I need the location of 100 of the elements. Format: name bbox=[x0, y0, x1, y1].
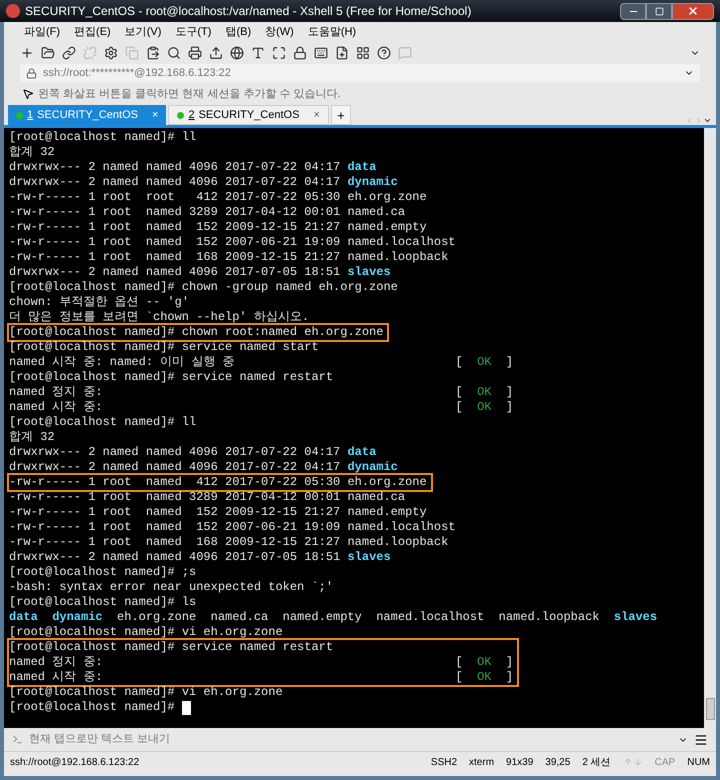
terminal-text: named.ca bbox=[210, 610, 268, 625]
settings-icon[interactable] bbox=[104, 46, 118, 60]
globe-icon[interactable] bbox=[230, 46, 244, 60]
terminal-text: named 정지 중: bbox=[9, 655, 103, 670]
menu-item[interactable]: 파일(F) bbox=[24, 24, 60, 40]
status-bracket: ] bbox=[506, 670, 514, 685]
tab-close[interactable]: × bbox=[313, 106, 320, 124]
tab-close[interactable]: × bbox=[152, 106, 158, 124]
terminal-text: named 시작 중: bbox=[9, 670, 103, 685]
window-title: SECURITY_CentOS - root@localhost:/var/named - Xshell 5 (Free for Home/School) bbox=[25, 3, 472, 20]
terminal-text: [root@localhost named]# vi eh.org.zone bbox=[9, 685, 283, 700]
address-bar[interactable]: ssh://root:**********@192.168.6.123:22 bbox=[20, 64, 700, 82]
printer-icon[interactable] bbox=[188, 46, 202, 60]
folder-icon[interactable] bbox=[41, 46, 55, 60]
terminal-text: drwxrwx--- 2 named named 4096 2017-07-05 18:51 bbox=[9, 265, 342, 280]
caps-indicator: CAP bbox=[654, 756, 676, 770]
terminal-text: [root@localhost named]# ll bbox=[9, 415, 196, 430]
terminal-text: eh.org.zone bbox=[117, 610, 196, 625]
session-tab[interactable]: 1 SECURITY_CentOS × bbox=[8, 105, 166, 125]
terminal-text: -rw-r----- 1 root named 168 2009-12-15 21:27 named.loopback bbox=[9, 535, 448, 550]
status-terminal-type: xterm bbox=[469, 756, 494, 770]
terminal-text: drwxrwx--- 2 named named 4096 2017-07-22 04:17 bbox=[9, 460, 342, 475]
terminal-text: -rw-r----- 1 root named 152 2007-06-21 19:09 named.localhost bbox=[9, 520, 456, 535]
transfer-icon[interactable] bbox=[209, 46, 223, 60]
keyboard-icon[interactable] bbox=[314, 46, 328, 60]
terminal-text: [root@localhost named]# service named start bbox=[9, 340, 319, 355]
search-icon[interactable] bbox=[167, 46, 181, 60]
terminal-icon bbox=[12, 734, 23, 745]
terminal-text: named.localhost bbox=[376, 610, 484, 625]
num-indicator: NUM bbox=[687, 756, 710, 770]
terminal-text: drwxrwx--- 2 named named 4096 2017-07-22 04:17 bbox=[9, 160, 342, 175]
status-ok: OK bbox=[476, 655, 492, 670]
terminal-text: [root@localhost named]# service named restart bbox=[9, 370, 334, 385]
menu-item[interactable]: 창(W) bbox=[265, 24, 294, 40]
menu-item[interactable]: 도구(T) bbox=[175, 24, 212, 40]
tab-number: 1 bbox=[27, 108, 34, 123]
scrollbar[interactable] bbox=[704, 128, 716, 728]
menu-icon[interactable] bbox=[694, 732, 708, 746]
link-icon[interactable] bbox=[62, 46, 76, 60]
menu-item[interactable]: 편집(E) bbox=[74, 24, 111, 40]
status-ok: OK bbox=[476, 385, 492, 400]
menu-item[interactable]: 보기(V) bbox=[124, 24, 162, 40]
hint-text: 왼쪽 화살표 버튼을 클릭하면 현재 세션을 추가할 수 있습니다. bbox=[38, 86, 341, 102]
session-tab[interactable]: 2 SECURITY_CentOS × bbox=[168, 105, 329, 125]
terminal-text: 합계 32 bbox=[9, 145, 55, 160]
terminal-text: drwxrwx--- 2 named named 4096 2017-07-05 18:51 bbox=[9, 550, 342, 565]
status-ok: OK bbox=[476, 355, 492, 370]
menu-item[interactable]: 도움말(H) bbox=[308, 24, 356, 40]
status-bracket: ] bbox=[506, 355, 514, 370]
down-arrow-icon bbox=[632, 757, 643, 767]
terminal-text: -rw-r----- 1 root named 3289 2017-04-12 00:01 named.ca bbox=[9, 490, 406, 505]
address-text: ssh://root:**********@192.168.6.123:22 bbox=[43, 66, 232, 81]
terminal-text: drwxrwx--- 2 named named 4096 2017-07-22 04:17 bbox=[9, 445, 342, 460]
status-bracket: ] bbox=[506, 400, 514, 415]
status-bracket: [ bbox=[455, 355, 463, 370]
terminal-text: named 정지 중: bbox=[9, 385, 103, 400]
directory-name: dynamic bbox=[347, 175, 398, 190]
status-address: ssh://root@192.168.6.123:22 bbox=[10, 756, 140, 770]
directory-name: slaves bbox=[347, 265, 391, 280]
close-button[interactable] bbox=[672, 2, 714, 20]
tab-label: SECURITY_CentOS bbox=[198, 108, 300, 123]
terminal-text: -rw-r----- 1 root named 152 2007-06-21 19:09 named.localhost bbox=[9, 235, 456, 250]
new-session-icon[interactable] bbox=[20, 46, 34, 60]
status-protocol: SSH2 bbox=[430, 756, 458, 770]
terminal-text: [root@localhost named]# service named restart bbox=[9, 640, 334, 655]
minimize-button[interactable] bbox=[620, 2, 646, 20]
directory-name: data bbox=[347, 445, 376, 460]
status-bracket: [ bbox=[455, 385, 463, 400]
lock-icon[interactable] bbox=[293, 46, 307, 60]
status-position: 39,25 bbox=[545, 756, 570, 770]
paste-icon[interactable] bbox=[146, 46, 160, 60]
terminal-text: [root@localhost named]# ls bbox=[9, 595, 196, 610]
maximize-button[interactable] bbox=[646, 2, 672, 20]
terminal-text: [root@localhost named]# ll bbox=[9, 130, 196, 145]
terminal-text: [root@localhost named]# chown -group named eh.org.zone bbox=[9, 280, 398, 295]
terminal-text: [root@localhost named]# bbox=[9, 700, 176, 715]
terminal-text: [root@localhost named]# vi eh.org.zone bbox=[9, 625, 283, 640]
directory-name: data bbox=[9, 610, 38, 625]
terminal-text: -rw-r----- 1 root named 3289 2017-04-12 00:01 named.ca bbox=[9, 205, 406, 220]
app-logo-icon bbox=[6, 4, 20, 18]
terminal-text: -rw-r----- 1 root named 412 2017-07-22 05:30 eh.org.zone bbox=[9, 475, 427, 490]
tab-number: 2 bbox=[188, 108, 195, 123]
terminal-text: chown: 부적절한 옵션 -- 'g' bbox=[9, 295, 190, 310]
tab-label: SECURITY_CentOS bbox=[37, 108, 138, 123]
layout-icon[interactable] bbox=[356, 46, 370, 60]
fullscreen-icon[interactable] bbox=[272, 46, 286, 60]
status-size: 91x39 bbox=[506, 756, 534, 770]
terminal-text: named 시작 중: named: 이미 실행 중 bbox=[9, 355, 235, 370]
directory-name: data bbox=[347, 160, 376, 175]
new-file-icon[interactable] bbox=[335, 46, 349, 60]
terminal-text: named.loopback bbox=[498, 610, 600, 625]
terminal-text: 더 많은 정보를 보려면 `chown --help' 하십시오. bbox=[9, 310, 310, 325]
font-icon[interactable] bbox=[251, 46, 265, 60]
send-text-label[interactable]: 현재 탭으로만 텍스트 보내기 bbox=[29, 731, 672, 748]
directory-name: slaves bbox=[614, 610, 658, 625]
status-bracket: ] bbox=[506, 385, 514, 400]
menu-item[interactable]: 탭(B) bbox=[225, 24, 252, 40]
help-icon[interactable] bbox=[377, 46, 391, 60]
terminal-text: -rw-r----- 1 root root 412 2017-07-22 05:30 eh.org.zone bbox=[9, 190, 427, 205]
new-tab-button[interactable]: + bbox=[330, 105, 351, 125]
